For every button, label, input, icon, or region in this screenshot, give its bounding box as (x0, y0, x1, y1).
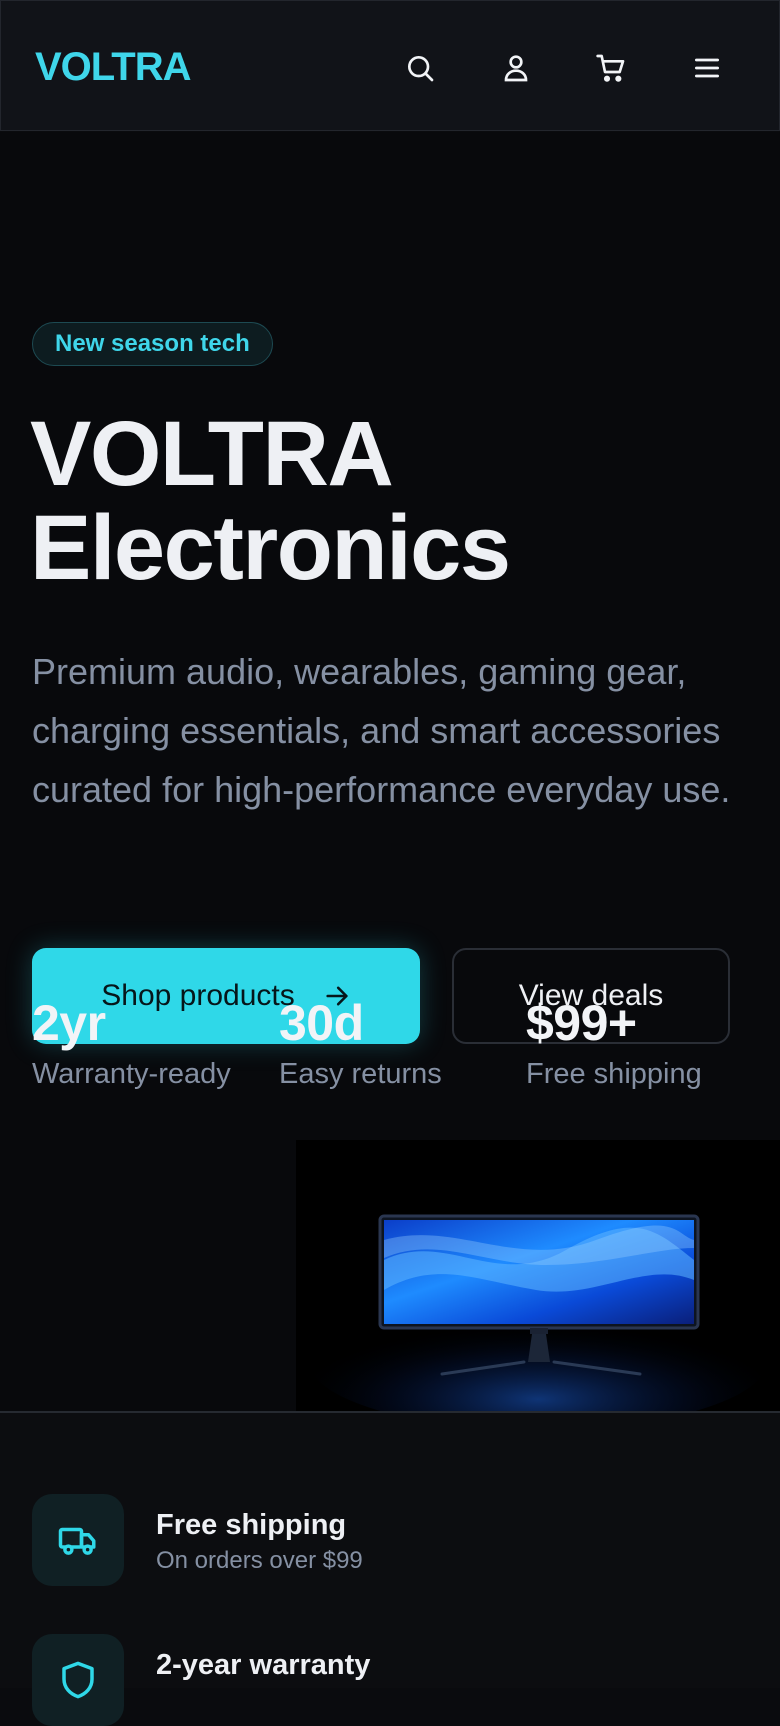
site-header: VOLTRA (0, 0, 780, 131)
menu-icon[interactable] (684, 45, 730, 91)
hero-title-line2: Electronics (30, 497, 511, 599)
hero-section: New season tech VOLTRA Electronics Premi… (0, 132, 780, 1412)
monitor-product-image (296, 1140, 780, 1412)
feature-shipping-subtitle: On orders over $99 (156, 1547, 363, 1574)
brand-logo[interactable]: VOLTRA (35, 45, 191, 90)
stat-warranty-label: Warranty-ready (32, 1058, 231, 1090)
shop-products-label: Shop products (101, 979, 295, 1012)
stat-returns-label: Easy returns (279, 1058, 442, 1090)
search-icon[interactable] (397, 45, 443, 91)
hero-title-line1: VOLTRA (30, 403, 394, 505)
hero-description: Premium audio, wearables, gaming gear, c… (32, 651, 731, 810)
cart-icon[interactable] (588, 45, 634, 91)
user-icon[interactable] (493, 45, 539, 91)
stat-warranty-value: 2yr (32, 995, 106, 1051)
stat-returns-value: 30d (279, 995, 364, 1051)
hero-title: VOLTRA Electronics (30, 403, 511, 599)
truck-icon (32, 1494, 124, 1586)
stat-shipping-label: Free shipping (526, 1058, 702, 1090)
feature-warranty-title: 2-year warranty (156, 1649, 371, 1681)
shield-icon (32, 1634, 124, 1726)
features-section: Free shipping On orders over $99 2-year … (0, 1413, 780, 1726)
feature-shipping-title: Free shipping (156, 1509, 347, 1541)
stat-shipping-value: $99+ (526, 995, 637, 1051)
season-badge: New season tech (32, 322, 273, 366)
